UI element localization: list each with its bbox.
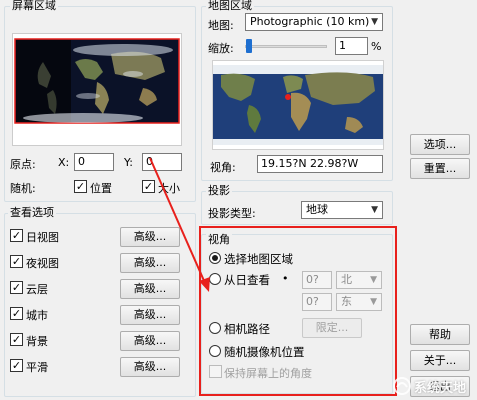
watermark-logo-icon xyxy=(393,377,411,395)
annotation-arrow xyxy=(149,157,210,292)
watermark: 系统天地 xyxy=(392,374,476,398)
watermark-text: 系统天地 xyxy=(414,381,467,396)
